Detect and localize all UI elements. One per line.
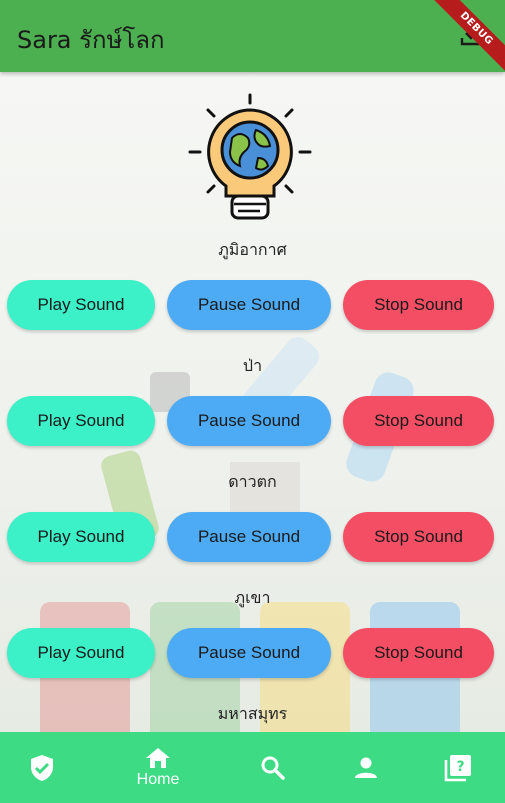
lightbulb-earth-icon: [188, 93, 312, 220]
main-content: ภูมิอากาศ Play Sound Pause Sound Stop So…: [0, 72, 505, 732]
play-sound-button[interactable]: Play Sound: [7, 512, 155, 562]
play-sound-button[interactable]: Play Sound: [7, 396, 155, 446]
section-label-mountain: ภูเขา: [234, 588, 271, 607]
app-title: Sara รักษ์โลก: [17, 26, 165, 54]
section-label-ocean: มหาสมุทร: [217, 704, 288, 723]
app-bar: Sara รักษ์โลก: [0, 0, 505, 72]
pause-sound-button[interactable]: Pause Sound: [167, 512, 331, 562]
nav-label-home: Home: [136, 770, 180, 788]
person-icon: [355, 757, 377, 778]
play-sound-button[interactable]: Play Sound: [7, 628, 155, 678]
nav-item-quiz[interactable]: ?: [418, 732, 498, 803]
nav-item-profile[interactable]: [326, 732, 406, 803]
nav-item-home[interactable]: Home: [118, 732, 198, 803]
stop-sound-button[interactable]: Stop Sound: [343, 280, 494, 330]
pause-sound-button[interactable]: Pause Sound: [167, 280, 331, 330]
quiz-icon: ?: [444, 754, 471, 781]
pause-sound-button[interactable]: Pause Sound: [167, 396, 331, 446]
stop-sound-button[interactable]: Stop Sound: [343, 512, 494, 562]
pause-sound-button[interactable]: Pause Sound: [167, 628, 331, 678]
shield-check-icon: [31, 754, 53, 781]
nav-item-safety[interactable]: [2, 732, 82, 803]
section-label-climate: ภูมิอากาศ: [218, 240, 287, 259]
nav-item-search[interactable]: [233, 732, 313, 803]
svg-text:?: ?: [456, 759, 464, 775]
home-icon: [146, 747, 170, 768]
section-label-forest: ป่า: [242, 356, 263, 375]
search-icon: [261, 756, 285, 780]
stop-sound-button[interactable]: Stop Sound: [343, 396, 494, 446]
bottom-navigation-bar: Home ?: [0, 732, 505, 803]
stop-sound-button[interactable]: Stop Sound: [343, 628, 494, 678]
section-label-meteor: ดาวตก: [228, 472, 277, 491]
play-sound-button[interactable]: Play Sound: [7, 280, 155, 330]
